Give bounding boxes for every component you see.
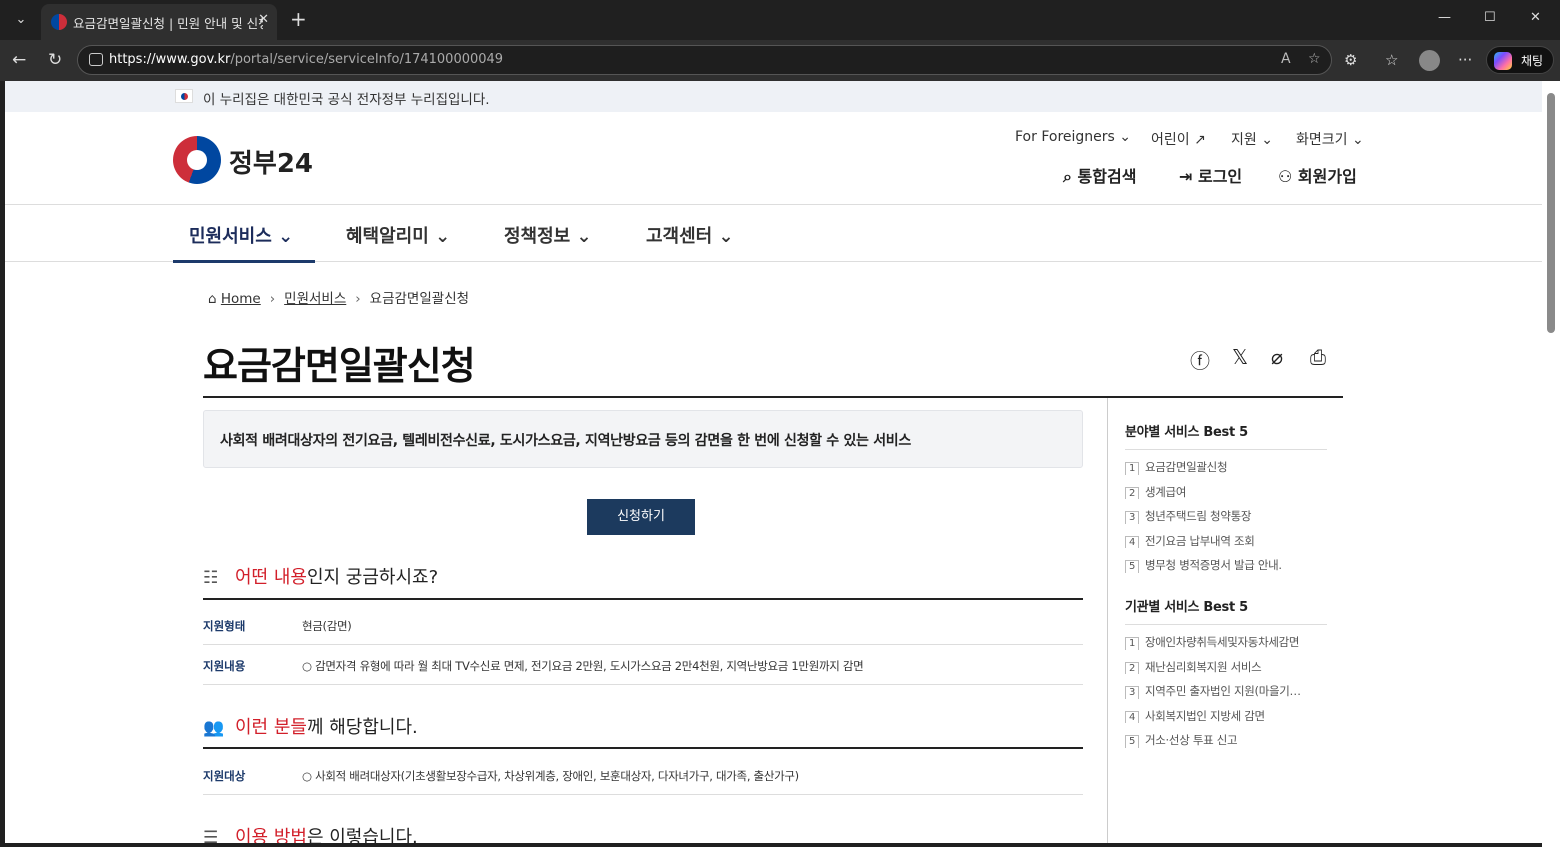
print-icon[interactable]: ⎙ [1310,345,1326,369]
favorite-star-icon[interactable]: ☆ [1308,51,1321,67]
login-icon: ⇥ [1179,167,1193,186]
main-navigation: 민원서비스 ⌄ 혜택알리미 ⌄ 정책정보 ⌄ 고객센터 ⌄ [5,204,1542,263]
more-menu-icon[interactable]: ··· [1458,51,1472,69]
util-kids[interactable]: 어린이 ↗ [1151,129,1206,149]
scrollbar-thumb[interactable] [1547,93,1555,333]
page-scrollbar[interactable] [1542,81,1560,847]
url-path: /portal/service/serviceInfo/174100000049 [230,52,504,67]
facebook-share-icon[interactable]: ⓕ [1190,345,1210,374]
section-divider [203,598,1083,600]
sidebar-divider [1107,398,1108,843]
browser-tab[interactable]: 요금감면일괄신청 | 민원 안내 및 신청 ✕ [41,4,277,40]
info-key: 지원내용 [203,659,246,673]
util-font-size[interactable]: 화면크기 ⌄ [1296,129,1364,149]
browser-tab-bar: ⌄ 요금감면일괄신청 | 민원 안내 및 신청 ✕ + — ☐ ✕ [0,0,1560,40]
best-agency-item[interactable]: 1 장애인차량취득세및자동차세감면 [1125,634,1327,650]
info-row: 지원형태 현금(감면) [203,605,1083,645]
best-agency-item[interactable]: 5 거소·선상 투표 신고 [1125,732,1327,748]
best-field-item[interactable]: 1 요금감면일괄신청 [1125,459,1327,475]
best-field-item[interactable]: 3 청년주택드림 청약통장 [1125,508,1327,524]
info-value: ○ 감면자격 유형에 따라 월 최대 TV수신료 면제, 전기요금 2만원, 도… [302,659,864,673]
gov24-logo-icon[interactable] [173,136,221,184]
extensions-icon[interactable]: ⚙ [1344,51,1357,69]
refresh-icon[interactable]: ↻ [48,50,62,70]
active-nav-indicator [173,260,315,263]
new-tab-icon[interactable]: + [290,8,307,30]
url-host: https://www.gov.kr [109,52,231,67]
web-page: 이 누리집은 대한민국 공식 전자정부 누리집입니다. 정부24 For For… [5,81,1542,843]
gov-favicon-icon [51,14,67,30]
copilot-button[interactable]: 채팅 [1486,46,1554,74]
document-icon: ☷ [203,568,219,588]
copy-link-icon[interactable]: ⌀ [1271,345,1283,369]
people-icon: 👥 [203,718,225,738]
korea-flag-icon [175,89,193,103]
nav-benefit-alert[interactable]: 혜택알리미 ⌄ [346,222,450,248]
signup-button[interactable]: ⚇ 회원가입 [1278,163,1357,187]
info-key: 지원대상 [203,769,246,783]
list-icon: ☰ [203,828,219,843]
copilot-icon [1494,52,1512,70]
nav-customer-center[interactable]: 고객센터 ⌄ [646,222,734,248]
favorites-icon[interactable]: ☆ [1385,51,1398,69]
best-field-item[interactable]: 4 전기요금 납부내역 조회 [1125,533,1327,548]
maximize-icon[interactable]: ☐ [1484,10,1496,25]
info-value: ○ 사회적 배려대상자(기초생활보장수급자, 차상위계층, 장애인, 보훈대상자… [302,769,799,783]
nav-minwon-service[interactable]: 민원서비스 ⌄ [189,222,293,248]
login-button[interactable]: ⇥ 로그인 [1179,163,1242,187]
best-field-item[interactable]: 2 생계급여 [1125,484,1327,499]
service-summary: 사회적 배려대상자의 전기요금, 텔레비전수신료, 도시가스요금, 지역난방요금… [203,410,1083,468]
site-info-icon[interactable] [89,53,103,66]
copilot-label: 채팅 [1521,54,1544,68]
home-icon: ⌂ [208,291,217,307]
info-value: 현금(감면) [302,619,352,633]
minimize-icon[interactable]: — [1438,10,1451,25]
info-key: 지원형태 [203,619,246,633]
back-icon[interactable]: ← [12,50,26,70]
info-row: 지원대상 ○ 사회적 배려대상자(기초생활보장수급자, 차상위계층, 장애인, … [203,755,1083,795]
close-window-icon[interactable]: ✕ [1530,10,1541,25]
nav-policy-info[interactable]: 정책정보 ⌄ [504,222,592,248]
best-field-title: 분야별 서비스 Best 5 [1125,421,1327,450]
apply-button[interactable]: 신청하기 [587,499,695,535]
tab-actions-icon[interactable]: ⌄ [8,8,34,32]
search-icon: ⌕ [1063,167,1072,186]
breadcrumb-minwon[interactable]: 민원서비스 [284,291,346,307]
search-button[interactable]: ⌕ 통합검색 [1063,163,1136,187]
best-agency-item[interactable]: 3 지역주민 출자법인 지원(마을기… [1125,683,1327,699]
best-field-panel: 분야별 서비스 Best 5 1 요금감면일괄신청 2 생계급여 3 청년주택드림 청… [1125,421,1327,573]
notice-text: 이 누리집은 대한민국 공식 전자정부 누리집입니다. [203,92,490,108]
best-agency-panel: 기관별 서비스 Best 5 1 장애인차량취득세및자동차세감면 2 재난심리회복지… [1125,596,1327,748]
info-row: 지원내용 ○ 감면자격 유형에 따라 월 최대 TV수신료 면제, 전기요금 2… [203,645,1083,685]
breadcrumb-current: 요금감면일괄신청 [369,291,470,307]
best-agency-item[interactable]: 4 사회복지법인 지방세 감면 [1125,708,1327,723]
page-title: 요금감면일괄신청 [203,344,476,388]
section-how-title: ☰ 이용 방법은 이렇습니다. [203,823,418,843]
logo-text[interactable]: 정부24 [229,143,313,180]
util-for-foreigners[interactable]: For Foreigners ⌄ [1015,129,1131,145]
best-agency-item[interactable]: 2 재난심리회복지원 서비스 [1125,659,1327,674]
read-aloud-icon[interactable]: A [1281,51,1291,67]
util-support[interactable]: 지원 ⌄ [1231,129,1273,149]
section-who-title: 👥 이런 분들께 해당합니다. [203,717,418,738]
tab-close-icon[interactable]: ✕ [258,12,269,27]
x-share-icon[interactable]: 𝕏 [1232,345,1248,369]
url-input[interactable]: https://www.gov.kr/portal/service/servic… [77,45,1332,75]
summary-text: 사회적 배려대상자의 전기요금, 텔레비전수신료, 도시가스요금, 지역난방요금… [220,433,911,449]
title-divider [203,396,1343,398]
breadcrumb-home[interactable]: Home [221,291,261,307]
best-agency-title: 기관별 서비스 Best 5 [1125,596,1327,625]
add-user-icon: ⚇ [1278,167,1293,186]
breadcrumb: ⌂ Home › 민원서비스 › 요금감면일괄신청 [208,291,470,307]
address-bar-row: ← ↻ https://www.gov.kr/portal/service/se… [0,40,1560,81]
section-divider [203,747,1083,749]
tab-title: 요금감면일괄신청 | 민원 안내 및 신청 [73,16,263,31]
best-field-item[interactable]: 5 병무청 병적증명서 발급 안내. [1125,557,1327,573]
profile-avatar[interactable] [1419,50,1440,71]
section-what-title: ☷ 어떤 내용인지 궁금하시죠? [203,567,439,588]
official-notice-banner: 이 누리집은 대한민국 공식 전자정부 누리집입니다. [5,81,1542,112]
